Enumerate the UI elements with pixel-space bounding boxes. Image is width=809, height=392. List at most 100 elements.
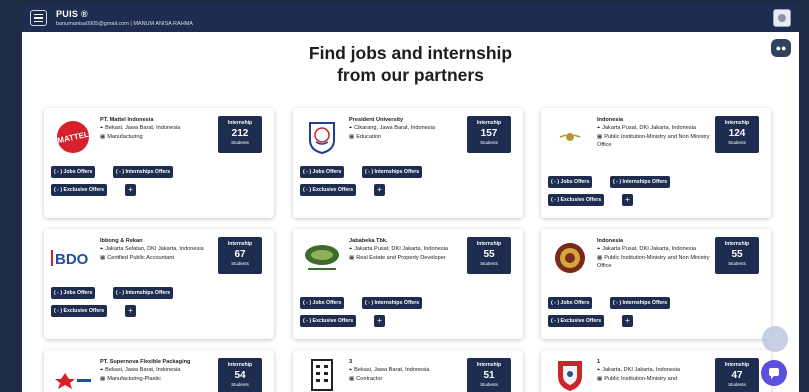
chat-bubble-icon[interactable]: ●● — [771, 39, 791, 57]
partner-card[interactable]: President University ⌖ Cikarang, Jawa Bar… — [293, 108, 523, 218]
company-location: Jakarta Pusat, DKI Jakarta, Indonesia — [354, 246, 449, 253]
building-icon: ▦ — [349, 375, 355, 382]
company-location: Jakarta Selatan, DKI Jakarta, Indonesia — [105, 246, 204, 253]
jobs-offers-button[interactable]: ( - ) Jobs Offers — [548, 297, 593, 309]
shield-logo-icon — [548, 358, 592, 392]
exclusive-offers-button[interactable]: ( - ) Exclusive Offers — [300, 184, 357, 196]
location-pin-icon: ⌖ — [597, 246, 601, 253]
internship-count-badge: Internship 212 Students — [218, 116, 262, 153]
company-industry: Contractor — [356, 375, 383, 382]
partner-card[interactable]: Indonesia ⌖ Jakarta Pusat, DKI Jakarta, I… — [541, 229, 771, 339]
company-location: Jakarta Pusat, DKI Jakarta, Indonesia — [602, 246, 697, 253]
bdo-logo-icon: BDO — [51, 241, 95, 275]
ministry-logo-icon — [548, 120, 592, 154]
partner-card[interactable]: Indonesia ⌖ Jakarta Pusat, DKI Jakarta, I… — [541, 108, 771, 218]
company-industry: Public Institution-Ministry and Non Mini… — [597, 133, 710, 149]
exclusive-offers-button[interactable]: ( - ) Exclusive Offers — [300, 315, 357, 327]
jababeka-logo-icon — [300, 241, 344, 275]
exclusive-offers-button[interactable]: ( - ) Exclusive Offers — [51, 305, 108, 317]
building-icon: ▦ — [597, 254, 603, 261]
company-location: Jakarta Pusat, DKI Jakarta, Indonesia — [602, 125, 697, 132]
add-button[interactable]: + — [374, 315, 385, 327]
add-button[interactable]: + — [125, 305, 136, 317]
location-pin-icon: ⌖ — [349, 125, 353, 132]
svg-text:BDO: BDO — [55, 251, 89, 268]
add-button[interactable]: + — [374, 184, 385, 196]
location-pin-icon: ⌖ — [100, 246, 104, 253]
company-name: President University — [349, 117, 404, 123]
partner-card[interactable]: Jababeka Tbk. ⌖ Jakarta Pusat, DKI Jakart… — [293, 229, 523, 339]
company-name: Indonesia — [597, 117, 624, 123]
internships-offers-button[interactable]: ( - ) Internships Offers — [113, 166, 174, 178]
supernova-logo-icon — [51, 364, 95, 392]
hamburger-menu-icon[interactable] — [30, 10, 47, 26]
partner-card[interactable]: PT. Supernova Flexible Packaging ⌖ Bekasi… — [44, 350, 274, 392]
internship-count: 54 — [234, 370, 246, 381]
top-navbar: PUIS ® banumanisa0905@gmail.com | MANUM … — [22, 4, 799, 32]
internship-count-badge: Internship 47 Students — [715, 358, 759, 392]
company-location: Jakarta, DKI Jakarta, Indonesia — [602, 367, 681, 374]
internship-count: 212 — [231, 128, 249, 139]
internship-count: 55 — [483, 249, 495, 260]
internships-offers-button[interactable]: ( - ) Internships Offers — [113, 287, 174, 299]
building-icon: ▦ — [349, 133, 355, 140]
jobs-offers-button[interactable]: ( - ) Jobs Offers — [300, 166, 345, 178]
company-name: Ibbong & Rekan — [100, 238, 143, 244]
company-industry: Manufacturing-Plastic — [107, 375, 161, 382]
internship-count: 55 — [731, 249, 743, 260]
company-industry: Public Institution-Ministry and — [604, 375, 677, 382]
internship-count: 67 — [234, 249, 246, 260]
add-button[interactable]: + — [622, 315, 633, 327]
partner-card[interactable]: 1 ⌖ Jakarta, DKI Jakarta, Indonesia ▦ Publ… — [541, 350, 771, 392]
internships-offers-button[interactable]: ( - ) Internships Offers — [610, 176, 671, 188]
company-industry: Public Institution-Ministry and Non Mini… — [597, 254, 710, 270]
add-button[interactable]: + — [125, 184, 136, 196]
jobs-offers-button[interactable]: ( - ) Jobs Offers — [548, 176, 593, 188]
jobs-offers-button[interactable]: ( - ) Jobs Offers — [300, 297, 345, 309]
president-university-logo-icon — [300, 120, 344, 154]
partner-card[interactable]: 3 ⌖ Bekasi, Jawa Barat, Indonesia ▦ Contra… — [293, 350, 523, 392]
exclusive-offers-button[interactable]: ( - ) Exclusive Offers — [51, 184, 108, 196]
company-industry: Certified Public Accountant — [107, 254, 175, 261]
partner-card[interactable]: MATTEL PT. Mattel Indonesia ⌖ Bekasi, Jaw… — [44, 108, 274, 218]
building-icon: ▦ — [100, 133, 106, 140]
company-location: Cikarang, Jawa Barat, Indonesia — [354, 125, 435, 132]
jobs-offers-button[interactable]: ( - ) Jobs Offers — [51, 166, 96, 178]
internship-count-badge: Internship 55 Students — [467, 237, 511, 274]
company-location: Bekasi, Jawa Barat, Indonesia — [105, 367, 181, 374]
app-title: PUIS ® — [56, 9, 88, 19]
internship-count: 47 — [731, 370, 743, 381]
location-pin-icon: ⌖ — [349, 246, 353, 253]
internships-offers-button[interactable]: ( - ) Internships Offers — [362, 166, 423, 178]
building-icon: ▦ — [597, 133, 603, 140]
company-industry: Education — [356, 133, 382, 140]
location-pin-icon: ⌖ — [100, 125, 104, 132]
location-pin-icon: ⌖ — [597, 125, 601, 132]
chat-fab-icon[interactable] — [761, 360, 787, 386]
internship-count-badge: Internship 54 Students — [218, 358, 262, 392]
internships-offers-button[interactable]: ( - ) Internships Offers — [610, 297, 671, 309]
scroll-top-button[interactable] — [762, 326, 788, 352]
partner-card[interactable]: BDO Ibbong & Rekan ⌖ Jakarta Selatan, DKI… — [44, 229, 274, 339]
exclusive-offers-button[interactable]: ( - ) Exclusive Offers — [548, 194, 605, 206]
building-icon: ▦ — [597, 375, 603, 382]
company-name: PT. Supernova Flexible Packaging — [100, 359, 191, 365]
internships-offers-button[interactable]: ( - ) Internships Offers — [362, 297, 423, 309]
company-location: Bekasi, Jawa Barat, Indonesia — [105, 125, 181, 132]
user-avatar[interactable] — [773, 9, 791, 27]
company-name: Jababeka Tbk. — [349, 238, 388, 244]
internship-count-badge: Internship 67 Students — [218, 237, 262, 274]
jobs-offers-button[interactable]: ( - ) Jobs Offers — [51, 287, 96, 299]
browser-viewport: PUIS ® banumanisa0905@gmail.com | MANUM … — [22, 4, 799, 392]
add-button[interactable]: + — [622, 194, 633, 206]
company-name: 1 — [597, 359, 601, 365]
location-pin-icon: ⌖ — [100, 367, 104, 374]
company-location: Bekasi, Jawa Barat, Indonesia — [354, 367, 430, 374]
location-pin-icon: ⌖ — [349, 367, 353, 374]
company-name: PT. Mattel Indonesia — [100, 117, 154, 123]
location-pin-icon: ⌖ — [597, 367, 601, 374]
company-industry: Manufacturing — [107, 133, 143, 140]
page-title-line2: from our partners — [337, 65, 484, 85]
exclusive-offers-button[interactable]: ( - ) Exclusive Offers — [548, 315, 605, 327]
internship-count: 124 — [728, 128, 746, 139]
